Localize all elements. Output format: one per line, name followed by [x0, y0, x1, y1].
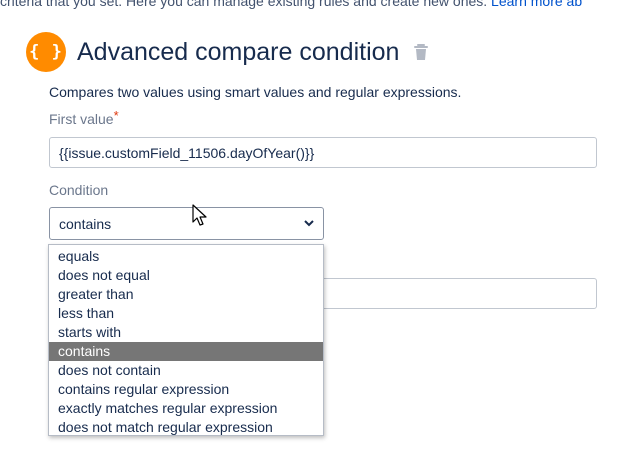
learn-more-link[interactable]: Learn more ab	[491, 0, 582, 9]
condition-selected-value: contains	[59, 215, 112, 232]
condition-option[interactable]: less than	[49, 304, 323, 323]
first-value-label-text: First value	[49, 111, 114, 127]
first-value-input[interactable]: {{issue.customField_11506.dayOfYear()}}	[49, 137, 597, 168]
chevron-down-icon	[304, 220, 314, 227]
intro-text: criteria that you set. Here you can mana…	[0, 0, 631, 9]
curly-braces-icon: { }	[26, 32, 66, 72]
trash-icon[interactable]	[413, 43, 429, 61]
condition-description: Compares two values using smart values a…	[49, 84, 462, 100]
mouse-cursor-icon	[192, 204, 207, 226]
condition-option[interactable]: does not contain	[49, 361, 323, 380]
condition-header: { } Advanced compare condition	[26, 32, 429, 72]
page-title: Advanced compare condition	[77, 37, 400, 66]
condition-dropdown-list[interactable]: equals does not equal greater than less tha…	[48, 244, 324, 436]
condition-option[interactable]: contains regular expression	[49, 380, 323, 399]
condition-option[interactable]: exactly matches regular expression	[49, 399, 323, 418]
condition-option[interactable]: does not match regular expression	[49, 418, 323, 437]
required-mark: *	[113, 108, 119, 123]
first-value-label: First value*	[49, 108, 119, 127]
condition-select[interactable]: contains	[49, 207, 324, 240]
condition-option[interactable]: equals	[49, 247, 323, 266]
intro-sentence: criteria that you set. Here you can mana…	[0, 0, 488, 9]
first-value-text: {{issue.customField_11506.dayOfYear()}}	[59, 144, 315, 161]
condition-option[interactable]: starts with	[49, 323, 323, 342]
condition-option[interactable]: does not equal	[49, 266, 323, 285]
condition-option[interactable]: contains	[49, 342, 323, 361]
condition-label: Condition	[49, 182, 109, 198]
condition-option[interactable]: greater than	[49, 285, 323, 304]
